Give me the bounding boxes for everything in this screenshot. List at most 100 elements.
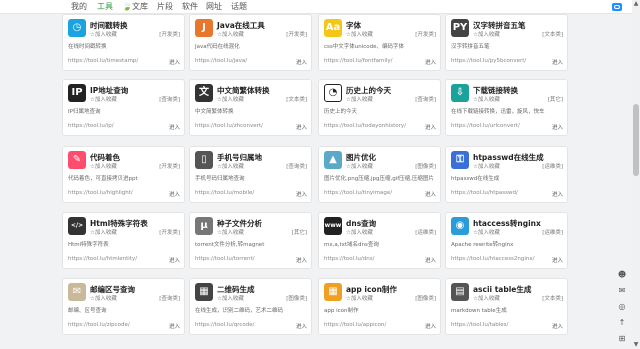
category-tag: [开发类] — [159, 230, 180, 236]
tool-card[interactable]: ▤ ascii table生成 ☆加入收藏 [文本类] markdown table生成… — [445, 278, 568, 335]
add-favorite-button[interactable]: ☆加入收藏 — [346, 294, 373, 302]
add-favorite-button[interactable]: ☆加入收藏 — [217, 95, 244, 103]
enter-button[interactable]: 进入 — [552, 123, 563, 131]
add-favorite-button[interactable]: ☆加入收藏 — [217, 294, 244, 302]
tool-card[interactable]: ▯ 手机号归属地 ☆加入收藏 [查询类] 手机号码归属地查询 https://tool.l… — [189, 146, 312, 203]
add-favorite-button[interactable]: ☆加入收藏 — [473, 95, 500, 103]
add-favorite-button[interactable]: ☆加入收藏 — [346, 30, 373, 38]
tool-card[interactable]: ✉ 邮编区号查询 ☆加入收藏 [查询类] 邮编、区号查询 https://tool.lu/… — [62, 278, 185, 335]
add-favorite-button[interactable]: ☆加入收藏 — [346, 162, 373, 170]
enter-button[interactable]: 进入 — [296, 190, 307, 198]
enter-button[interactable]: 进入 — [296, 256, 307, 264]
enter-button[interactable]: 进入 — [425, 256, 436, 264]
category-tag: [其它] — [547, 97, 563, 103]
scroll-thumb[interactable] — [633, 104, 639, 176]
tool-card[interactable]: J Java在线工具 ☆加入收藏 [开发类] Java代码在线混化 https://too… — [189, 14, 312, 71]
enter-button[interactable]: 进入 — [169, 58, 180, 66]
card-description: 汉字转拼音五笔 — [451, 44, 490, 50]
tool-card[interactable]: ◉ htaccess转nginx ☆加入收藏 [运维类] Apache rewrite转… — [445, 212, 568, 269]
enter-button[interactable]: 进入 — [296, 322, 307, 330]
enter-button[interactable]: 进入 — [169, 322, 180, 330]
card-url: https://tool.lu/tables/ — [451, 322, 509, 328]
add-favorite-button[interactable]: ☆加入收藏 — [346, 95, 373, 103]
nav-item-topics[interactable]: 话题 — [231, 1, 247, 12]
enter-button[interactable]: 进入 — [169, 190, 180, 198]
card-url: https://tool.lu/zipcode/ — [68, 322, 130, 328]
add-favorite-button[interactable]: ☆加入收藏 — [217, 30, 244, 38]
add-favorite-button[interactable]: ☆加入收藏 — [346, 228, 373, 236]
tool-card[interactable]: ⇩ 下载链接转换 ☆加入收藏 [其它] 在线下载链接转换，迅雷，旋风，快车 https:/… — [445, 79, 568, 136]
add-favorite-button[interactable]: ☆加入收藏 — [473, 30, 500, 38]
back-to-top-icon[interactable]: ↑ — [617, 318, 627, 328]
card-url: https://tool.lu/htaccess2nginx/ — [451, 256, 535, 262]
tool-card[interactable]: ⚿ htpasswd在线生成 ☆加入收藏 [运维类] htpasswd在线生成 https… — [445, 146, 568, 203]
tool-card[interactable]: www dns查询 ☆加入收藏 [运维类] mx,a,txt域名dns查询 https:/… — [318, 212, 441, 269]
enter-button[interactable]: 进入 — [296, 123, 307, 131]
tool-card[interactable]: Aa 字体 ☆加入收藏 [开发类] css中文字体unicode、编码字体 https:/… — [318, 14, 441, 71]
wechat-icon[interactable]: ✉ — [617, 286, 627, 296]
download-icon: ⇩ — [451, 84, 469, 102]
history-clock-icon: ◔ — [324, 84, 342, 102]
category-tag: [查询类] — [286, 164, 307, 170]
lock-icon: ⚿ — [451, 151, 469, 169]
enter-button[interactable]: 进入 — [169, 256, 180, 264]
add-favorite-button[interactable]: ☆加入收藏 — [473, 162, 500, 170]
map-pin-icon: ◉ — [451, 217, 469, 235]
add-favorite-button[interactable]: ☆加入收藏 — [90, 228, 117, 236]
enter-button[interactable]: 进入 — [552, 322, 563, 330]
add-favorite-button[interactable]: ☆加入收藏 — [90, 294, 117, 302]
location-pin-icon: IP — [68, 84, 86, 102]
tool-card[interactable]: IP IP地址查询 ☆加入收藏 [查询类] IP归属地查询 https://tool.lu… — [62, 79, 185, 136]
enter-button[interactable]: 进入 — [425, 123, 436, 131]
nav-item-software[interactable]: 软件 — [182, 1, 198, 12]
enter-button[interactable]: 进入 — [425, 322, 436, 330]
category-tag: [图像类] — [415, 296, 436, 302]
enter-button[interactable]: 进入 — [552, 58, 563, 66]
add-favorite-button[interactable]: ☆加入收藏 — [473, 294, 500, 302]
card-description: mx,a,txt域名dns查询 — [324, 242, 379, 248]
www-icon: www — [324, 217, 342, 235]
tool-card[interactable]: PY 汉字转拼音五笔 ☆加入收藏 [文本类] 汉字转拼音五笔 https://tool.l… — [445, 14, 568, 71]
tool-card[interactable]: ◔ 历史上的今天 ☆加入收藏 [查询类] 历史上的今天 https://tool.lu/t… — [318, 79, 441, 136]
card-description: 代码着色，可直接拷贝进ppt — [68, 176, 138, 182]
scroll-down-arrow-icon[interactable]: ▼ — [632, 341, 640, 349]
tool-card[interactable]: ▲ 图片优化 ☆加入收藏 [图像类] 图片优化,png压缩,jpg压缩,gif压缩,压缩… — [318, 146, 441, 203]
tool-card[interactable]: ▦ 二维码生成 ☆加入收藏 [图像类] 在线生成，识别二维码，艺术二维码 https://… — [189, 278, 312, 335]
enter-button[interactable]: 进入 — [552, 190, 563, 198]
enter-button[interactable]: 进入 — [425, 190, 436, 198]
nav-item-mine[interactable]: 我的 — [71, 1, 87, 12]
add-favorite-button[interactable]: ☆加入收藏 — [473, 228, 500, 236]
tool-card[interactable]: 文中文简繁体转换 ☆加入收藏 [文本类] 中文简繁体转换 https://tool.lu… — [189, 79, 312, 136]
nav-item-snippets[interactable]: 片段 — [157, 1, 173, 12]
category-tag: [查询类] — [159, 97, 180, 103]
share-icon[interactable]: ⊞ — [617, 334, 627, 344]
card-description: torrent文件分析,转magnet — [195, 242, 265, 248]
tool-card[interactable]: ▦ app icon制作 ☆加入收藏 [图像类] app icon制作 https://t… — [318, 278, 441, 335]
tool-card[interactable]: μ 种子文件分析 ☆加入收藏 [其它] torrent文件分析,转magnet https… — [189, 212, 312, 269]
add-favorite-button[interactable]: ☆加入收藏 — [217, 228, 244, 236]
card-url: https://tool.lu/htpasswd/ — [451, 190, 518, 196]
category-tag: [开发类] — [159, 164, 180, 170]
add-favorite-button[interactable]: ☆加入收藏 — [90, 162, 117, 170]
add-favorite-button[interactable]: ☆加入收藏 — [217, 162, 244, 170]
weibo-icon[interactable]: ◎ — [617, 302, 627, 312]
enter-button[interactable]: 进入 — [552, 256, 563, 264]
nav-item-sites[interactable]: 网址 — [206, 1, 222, 12]
card-description: htpasswd在线生成 — [451, 176, 500, 182]
nav-item-tools[interactable]: 工具 — [97, 1, 113, 12]
enter-button[interactable]: 进入 — [169, 123, 180, 131]
tool-card[interactable]: ◷ 时间戳转换 ☆加入收藏 [开发类] 在线时间戳转换 https://tool.lu/t… — [62, 14, 185, 71]
add-favorite-button[interactable]: ☆加入收藏 — [90, 30, 117, 38]
translate-icon: 文 — [195, 84, 213, 102]
message-icon[interactable] — [612, 3, 622, 11]
qq-icon[interactable]: ☻ — [617, 270, 627, 280]
scroll-up-arrow-icon[interactable]: ▲ — [632, 0, 640, 8]
vertical-scrollbar[interactable]: ▲ ▼ — [632, 0, 640, 349]
table-icon: ▤ — [451, 283, 469, 301]
enter-button[interactable]: 进入 — [425, 58, 436, 66]
nav-item-library[interactable]: 🍃文库 — [122, 1, 148, 12]
tool-card[interactable]: ✎ 代码着色 ☆加入收藏 [开发类] 代码着色，可直接拷贝进ppt https://too… — [62, 146, 185, 203]
enter-button[interactable]: 进入 — [296, 58, 307, 66]
tool-card[interactable]: </> Html特殊字符表 ☆加入收藏 [开发类] Html特殊字符表 https://t… — [62, 212, 185, 269]
add-favorite-button[interactable]: ☆加入收藏 — [90, 95, 117, 103]
